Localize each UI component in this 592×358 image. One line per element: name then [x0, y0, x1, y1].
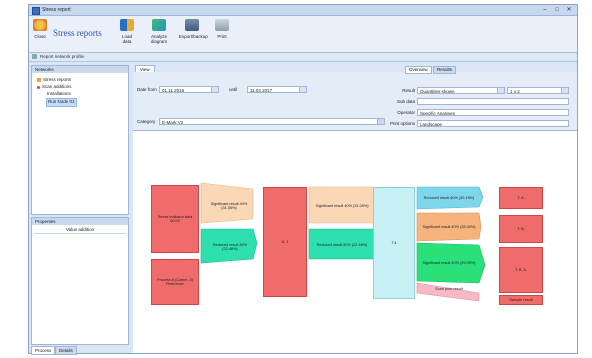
props-col-label: Value addition [66, 227, 95, 232]
ribbon: Close Stress reports Load data Analyze d… [29, 16, 577, 53]
operator-value: Specific Analyses [420, 111, 456, 116]
tab-overview[interactable]: Overview [405, 66, 432, 74]
node-flow-sky[interactable]: Reduced result 60% (20.19%) [421, 189, 477, 207]
category-field[interactable]: E-Mark V2 [159, 118, 385, 125]
date-to-field[interactable]: 11.03.2017 [247, 86, 307, 93]
print-options-field[interactable]: Landscape [417, 120, 569, 127]
node-t4[interactable]: T.4 [373, 187, 415, 299]
quickbar-label[interactable]: Report network profile [40, 54, 84, 59]
load-data-button[interactable]: Load data [117, 19, 137, 44]
date-to-value: 11.03.2017 [250, 88, 273, 93]
node-flow-pink[interactable]: Scan prior result [421, 285, 477, 293]
export-icon [185, 19, 199, 31]
date-from-label: Date from [137, 87, 157, 92]
tree-label: Stress reports [43, 77, 72, 82]
brand-title: Stress reports [53, 28, 102, 38]
tree-item-installations[interactable]: Installations [46, 91, 72, 98]
load-data-icon [120, 19, 134, 31]
node-flow-peach-2[interactable]: Significant result 40% (31.05%) [313, 193, 371, 219]
subdata-field[interactable] [417, 98, 569, 105]
result-field[interactable]: Quantities shown [417, 87, 505, 94]
result-extra-value: 1 x 2 [510, 89, 520, 94]
tab-results[interactable]: Results [433, 66, 457, 74]
user-icon [37, 85, 40, 89]
printer-icon [215, 19, 229, 31]
node-source-bottom[interactable]: Process A (Comm. 3) Reference [151, 259, 199, 305]
diagram-canvas: Stress indicator data 60.00 Significant … [133, 131, 577, 353]
network-tree-panel: Networks Stress reports Scan additions I… [31, 65, 129, 215]
close-button[interactable]: Close [31, 19, 49, 39]
node-source-top[interactable]: Stress indicator data 60.00 [151, 185, 199, 253]
close-button-label: Close [34, 34, 46, 39]
operator-field[interactable]: Specific Analyses [417, 109, 569, 116]
print-button[interactable]: Print [213, 19, 231, 39]
node-tb[interactable]: T. B. [499, 215, 543, 243]
tree-item-run-node[interactable]: Run Node 01 [46, 98, 77, 107]
quick-access-bar: Report network profile [29, 53, 577, 62]
tree-label: Installations [47, 91, 71, 96]
title-bar: Stress report – □ ✕ [29, 5, 577, 16]
tree-header: Networks [32, 66, 128, 73]
category-label: Category [137, 119, 156, 124]
load-data-label: Load data [121, 34, 132, 44]
properties-panel: Properties Value addition [31, 217, 129, 345]
props-column-header: Value addition [34, 227, 126, 234]
close-window-button[interactable]: ✕ [563, 6, 575, 14]
tree-label: Scan additions [42, 84, 72, 89]
field-label-result: Result [402, 88, 415, 93]
tree-label: Run Node 01 [48, 99, 75, 104]
category-value: E-Mark V2 [162, 120, 184, 125]
node-flow-orange[interactable]: Significant result 40% (35.40%) [421, 216, 477, 238]
node-flow-teal-1[interactable]: Reduced result 80% (22.48%) [207, 235, 253, 259]
result-value: Quantities shown [420, 89, 455, 94]
node-tba[interactable]: T. B. A. [499, 247, 543, 293]
export-label: Export/backup [179, 34, 208, 39]
tab-process[interactable]: Process [31, 346, 56, 355]
tab-details[interactable]: Details [55, 346, 77, 355]
analyze-diagram-button[interactable]: Analyze diagram [145, 19, 173, 44]
filter-form: Date from 01.11.2016 until 11.03.2017 Ca… [133, 72, 577, 131]
properties-header: Properties [32, 218, 128, 225]
node-sample[interactable]: Sample result [499, 295, 543, 305]
node-a1[interactable]: A. 1 [263, 187, 307, 297]
date-from-field[interactable]: 01.11.2016 [159, 86, 219, 93]
app-window: Stress report – □ ✕ Close Stress reports… [28, 4, 578, 355]
node-flow-peach-1[interactable]: Significant result 40% (31.05%) [207, 193, 251, 219]
minimize-button[interactable]: – [539, 6, 551, 14]
field-label-operator: Operator [397, 110, 415, 115]
analyze-label: Analyze diagram [150, 34, 168, 44]
field-label-print-options: Print options [389, 121, 415, 126]
calendar-icon[interactable] [211, 87, 218, 92]
folder-icon [37, 78, 41, 83]
calendar-icon[interactable] [299, 87, 306, 92]
close-doc-icon [33, 19, 47, 31]
app-icon [32, 7, 40, 15]
report-icon [32, 54, 37, 59]
maximize-button[interactable]: □ [551, 6, 563, 14]
node-flow-teal-2[interactable]: Reduced result 80% (22.48%) [313, 233, 371, 257]
print-label: Print [217, 34, 227, 39]
date-from-value: 01.11.2016 [162, 88, 185, 93]
node-ta[interactable]: T. A. [499, 187, 543, 209]
export-button[interactable]: Export/backup [179, 19, 208, 39]
tree-item-scan-additions[interactable]: Scan additions [36, 84, 73, 91]
tree-item-stress-reports[interactable]: Stress reports [36, 77, 72, 84]
field-label-subdata: Sub data [396, 99, 415, 104]
window-title: Stress report [42, 7, 71, 13]
chevron-down-icon[interactable] [561, 88, 568, 93]
analyze-icon [152, 19, 166, 31]
chevron-down-icon[interactable] [497, 88, 504, 93]
node-flow-green[interactable]: Significant result 40% (29.05%) [421, 249, 477, 277]
result-extra-field[interactable]: 1 x 2 [507, 87, 569, 94]
print-options-value: Landscape [420, 122, 443, 127]
date-to-label: until [229, 87, 238, 92]
